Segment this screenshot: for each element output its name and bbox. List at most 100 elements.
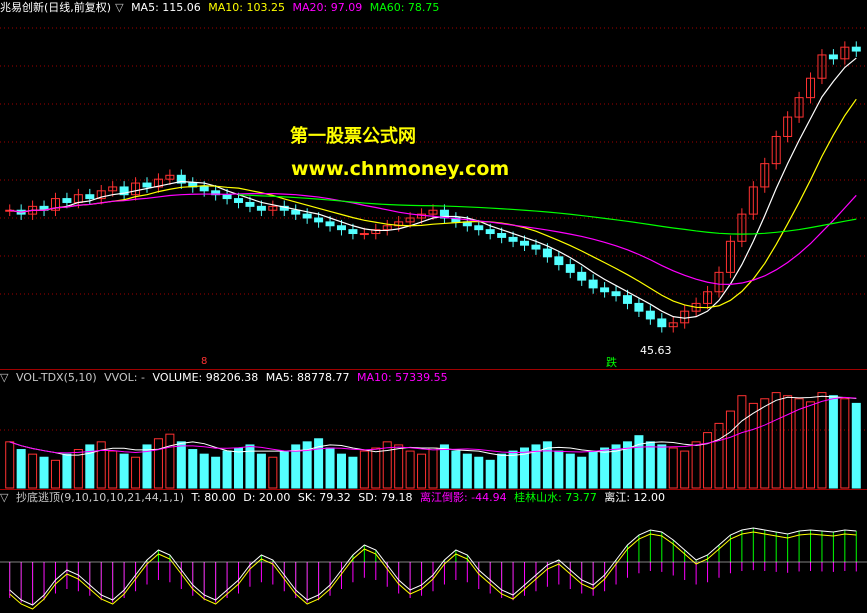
volume-bar <box>680 450 690 489</box>
t-label: T: 80.00 <box>191 491 236 504</box>
volume-bar <box>153 438 163 489</box>
indicator-chart <box>0 527 867 610</box>
volume-bar <box>211 456 221 489</box>
volume-bar <box>703 432 713 489</box>
candle-body <box>85 194 95 200</box>
candle-body <box>291 209 301 215</box>
price-panel[interactable]: 兆易创新(日线,前复权) ▽ MA5: 115.06 MA10: 103.25 M… <box>0 0 867 370</box>
vol-ma5-label: MA5: 88778.77 <box>265 371 350 384</box>
candle-body <box>828 54 838 60</box>
indicator-legend: ▽ 抄底逃顶(9,10,10,10,21,44,1,1) T: 80.00 D:… <box>0 490 669 506</box>
volume-bar <box>771 392 781 489</box>
volume-bar <box>5 441 15 489</box>
volume-bar <box>96 441 106 489</box>
candle-body <box>245 201 255 207</box>
volume-bar <box>279 450 289 489</box>
volume-bar <box>119 453 129 489</box>
candle-body <box>359 233 369 236</box>
candle-body <box>485 229 495 235</box>
volume-bar <box>16 449 26 489</box>
volume-bar <box>725 410 735 489</box>
volume-bar <box>28 453 38 489</box>
volume-bar <box>39 456 49 489</box>
volume-bar <box>783 395 793 489</box>
volume-bar <box>508 450 518 489</box>
volume-bar <box>417 453 427 489</box>
volume-bar <box>657 444 667 489</box>
volume-bar <box>565 453 575 489</box>
candle-body <box>302 213 312 219</box>
vol-ma5-line <box>9 395 857 456</box>
price-chart <box>0 27 867 333</box>
candle-body <box>554 256 564 266</box>
volume-bar <box>737 395 747 489</box>
candle-body <box>325 221 335 227</box>
sk-label: SK: 79.32 <box>297 491 351 504</box>
ma20-label: MA20: 97.09 <box>292 1 363 14</box>
candle-body <box>336 225 346 231</box>
volume-bar <box>131 456 141 489</box>
candle-body <box>62 198 72 203</box>
volume-bar <box>748 402 758 489</box>
volume-bar <box>451 450 461 489</box>
candle-body <box>348 229 358 235</box>
candle-body <box>474 225 484 231</box>
volume-panel[interactable]: ▽ VOL-TDX(5,10) VVOL: - VOLUME: 98206.38… <box>0 370 867 490</box>
candle-body <box>577 271 587 281</box>
chevron-down-icon[interactable]: ▽ <box>0 491 8 504</box>
volume-bar <box>645 441 655 489</box>
candle-body <box>622 295 632 304</box>
volume-bar <box>325 447 335 489</box>
candle-body <box>234 198 244 203</box>
candle-body <box>256 205 266 211</box>
volume-bar <box>188 449 198 489</box>
marker-label: 8 <box>201 356 208 367</box>
volume-bar <box>760 398 770 489</box>
volume-bar <box>577 456 587 489</box>
lj-label: 离江倒影: -44.94 <box>419 491 507 504</box>
candle-body <box>657 318 667 328</box>
volume-bar <box>199 453 209 489</box>
down-label: 跌 <box>606 356 617 369</box>
volume-bar <box>62 453 72 489</box>
volume-bar <box>222 450 232 489</box>
indicator-panel[interactable]: ▽ 抄底逃顶(9,10,10,10,21,44,1,1) T: 80.00 D:… <box>0 490 867 613</box>
volume-bar <box>371 447 381 489</box>
candle-body <box>634 302 644 312</box>
volume-bar <box>50 459 60 489</box>
volume-chart <box>0 392 867 489</box>
volume-bar <box>794 398 804 489</box>
volume-bar <box>405 450 415 489</box>
sd-label: SD: 79.18 <box>358 491 413 504</box>
volume-bar <box>234 447 244 489</box>
volume-legend: ▽ VOL-TDX(5,10) VVOL: - VOLUME: 98206.38… <box>0 370 452 386</box>
candle-body <box>531 244 541 250</box>
volume-bar <box>108 450 118 489</box>
candle-body <box>142 182 152 188</box>
candle-body <box>508 236 518 242</box>
volume-bar <box>428 447 438 489</box>
watermark-url: www.chnmoney.com <box>291 158 510 180</box>
chevron-down-icon[interactable]: ▽ <box>0 371 8 384</box>
gl-label: 桂林山水: 73.77 <box>514 491 597 504</box>
volume-bar <box>165 433 175 489</box>
low-price-label: 45.63 <box>640 344 672 357</box>
volume-bar <box>840 398 850 489</box>
volume-bar <box>348 456 358 489</box>
indicator-name: 抄底逃顶(9,10,10,10,21,44,1,1) <box>15 491 185 504</box>
watermark-title: 第一股票公式网 <box>290 126 416 147</box>
volume-bar <box>439 444 449 489</box>
candle-body <box>565 264 575 273</box>
vol-ma10-line <box>9 396 857 454</box>
vvol-label: VVOL: - <box>104 371 145 384</box>
candle-body <box>645 310 655 320</box>
ma5-label: MA5: 115.06 <box>131 1 201 14</box>
volume-bar <box>497 453 507 489</box>
candle-body <box>600 287 610 293</box>
candle-body <box>542 248 552 258</box>
volume-bar <box>268 456 278 489</box>
volume-bar <box>485 459 495 489</box>
volume-bar <box>474 456 484 489</box>
chevron-down-icon[interactable]: ▽ <box>115 1 123 14</box>
d-label: D: 20.00 <box>243 491 291 504</box>
